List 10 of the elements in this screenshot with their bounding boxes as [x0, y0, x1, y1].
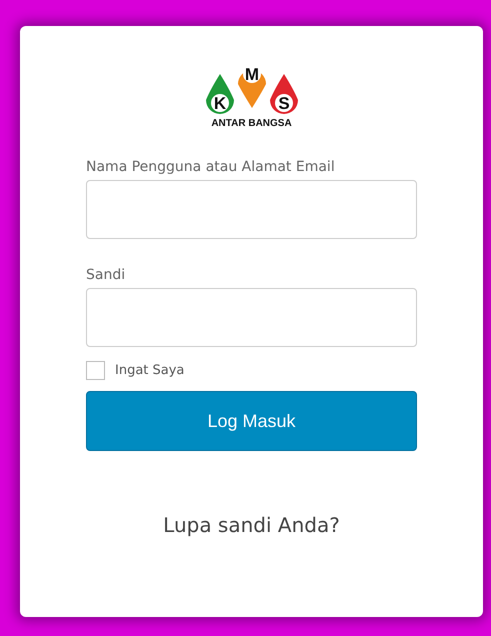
logo-caption: ANTAR BANGSA: [211, 118, 292, 129]
checkbox[interactable]: [86, 361, 105, 380]
logo-drawing: M K S: [202, 56, 302, 120]
input-field[interactable]: [86, 288, 417, 347]
checkbox-label: Ingat Saya: [115, 363, 184, 378]
input-field[interactable]: [86, 180, 417, 239]
login-button[interactable]: Log Masuk: [86, 391, 417, 451]
field-label: Nama Pengguna atau Alamat Email: [86, 159, 336, 175]
forgot-password-link[interactable]: Lupa sandi Anda?: [163, 513, 340, 537]
field-label: Sandi: [86, 267, 126, 283]
